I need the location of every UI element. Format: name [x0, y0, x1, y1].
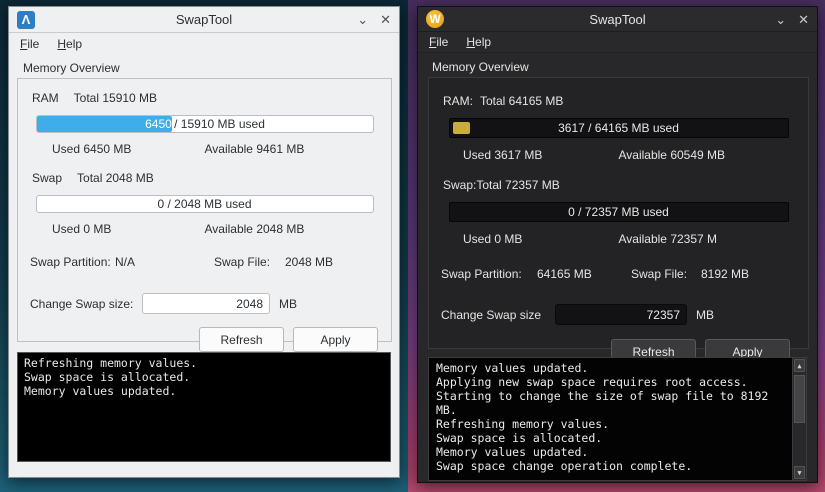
- log-line: Memory values updated.: [436, 445, 589, 459]
- minimize-icon[interactable]: ⌄: [775, 13, 786, 26]
- swap-available: Available 2048 MB: [204, 222, 305, 236]
- menu-help[interactable]: Help: [466, 35, 491, 49]
- menu-file[interactable]: File: [429, 35, 448, 49]
- swap-used-row: Used 0 MB Available 72357 M: [441, 232, 796, 246]
- apply-button[interactable]: Apply: [293, 327, 378, 352]
- scrollbar-thumb[interactable]: [794, 375, 805, 423]
- swap-progress-text: 0 / 72357 MB used: [568, 205, 669, 219]
- ram-used-row: Used 3617 MB Available 60549 MB: [441, 148, 796, 162]
- swaptool-window-light: Λ SwapTool ⌄ ✕ File Help Memory Overview…: [8, 6, 400, 478]
- minimize-icon[interactable]: ⌄: [357, 13, 368, 26]
- memory-overview-label: Memory Overview: [23, 61, 120, 75]
- menu-file[interactable]: File: [20, 37, 39, 51]
- swap-size-input[interactable]: [555, 304, 687, 325]
- log-console[interactable]: Refreshing memory values. Swap space is …: [17, 352, 391, 462]
- ram-total: Total 15910 MB: [73, 91, 158, 105]
- change-swap-row: Change Swap size MB: [441, 304, 796, 325]
- swap-partition-label: Swap Partition:: [441, 267, 522, 281]
- ram-progress-fill: [452, 122, 471, 134]
- memory-overview-label: Memory Overview: [432, 60, 529, 74]
- ram-total-line: RAM: Total 64165 MB: [443, 94, 796, 108]
- titlebar[interactable]: W SwapTool ⌄ ✕: [418, 7, 817, 32]
- change-swap-label: Change Swap size:: [30, 296, 134, 311]
- ram-progressbar: 6450 / 15910 MB used 6450 / 15910 MB use…: [35, 115, 374, 133]
- ram-progress-fill: 6450 / 15910 MB used: [36, 116, 172, 132]
- scroll-down-icon[interactable]: ▼: [794, 466, 805, 479]
- swaptool-window-dark: W SwapTool ⌄ ✕ File Help Memory Overview…: [417, 6, 818, 483]
- window-title: SwapTool: [589, 11, 646, 27]
- log-line: Refreshing memory values.: [24, 356, 198, 370]
- swap-progressbar: 0 / 2048 MB used: [35, 195, 374, 213]
- swap-label: Swap:: [443, 178, 477, 192]
- swap-file-value: 2048 MB: [285, 255, 334, 269]
- log-line: Memory values updated.: [436, 361, 589, 375]
- log-line: Swap space is allocated.: [436, 431, 603, 445]
- log-line: Starting to change the size of swap file…: [436, 389, 769, 417]
- ram-available: Available 60549 MB: [618, 148, 726, 162]
- memory-group: RAM: Total 64165 MB 3617 / 64165 MB used …: [428, 77, 809, 365]
- ram-used: Used 6450 MB: [52, 142, 132, 156]
- scroll-up-icon[interactable]: ▲: [794, 359, 805, 372]
- console-scrollbar[interactable]: ▲ ▼: [792, 358, 806, 480]
- swap-used-row: Used 0 MB Available 2048 MB: [30, 222, 379, 236]
- log-line: Refreshing memory values.: [436, 417, 610, 431]
- swap-partition-value: N/A: [115, 255, 136, 269]
- mb-unit-label: MB: [279, 296, 297, 311]
- ram-label: RAM:: [443, 94, 473, 108]
- ram-label: RAM: [32, 91, 59, 105]
- swap-partition-label: Swap Partition:: [30, 255, 111, 269]
- log-console[interactable]: Memory values updated. Applying new swap…: [428, 357, 807, 481]
- window-title: SwapTool: [175, 12, 233, 27]
- swap-progress-text: 0 / 2048 MB used: [157, 197, 252, 211]
- swap-total: Total 2048 MB: [77, 171, 154, 185]
- memory-group: RAM Total 15910 MB 6450 / 15910 MB used 6…: [17, 78, 392, 352]
- ram-total: Total 64165 MB: [480, 94, 564, 108]
- ram-total-line: RAM Total 15910 MB: [32, 91, 379, 105]
- change-swap-row: Change Swap size: MB: [30, 293, 379, 314]
- titlebar[interactable]: Λ SwapTool ⌄ ✕: [9, 7, 399, 33]
- menu-help[interactable]: Help: [57, 37, 82, 51]
- log-line: Swap space change operation complete.: [436, 459, 693, 473]
- swap-file-label: Swap File:: [631, 267, 688, 281]
- change-swap-label: Change Swap size: [441, 307, 542, 322]
- log-line: Memory values updated.: [24, 384, 177, 398]
- swap-used: Used 0 MB: [463, 232, 523, 246]
- log-line: Swap space is allocated.: [24, 370, 191, 384]
- ram-progress-text: 3617 / 64165 MB used: [558, 121, 679, 135]
- close-icon[interactable]: ✕: [380, 13, 391, 26]
- ram-available: Available 9461 MB: [204, 142, 305, 156]
- menubar: File Help: [9, 33, 399, 54]
- refresh-button[interactable]: Refresh: [199, 327, 284, 352]
- ram-progress-text-overlay: 6450 / 15910 MB used: [145, 117, 172, 131]
- swap-available: Available 72357 M: [618, 232, 718, 246]
- swap-file-label: Swap File:: [214, 255, 271, 269]
- ram-progressbar: 3617 / 64165 MB used: [448, 118, 789, 138]
- swap-file-value: 8192 MB: [701, 267, 750, 281]
- swap-total: Total 72357 MB: [476, 178, 560, 192]
- swap-total-line: Swap:Total 72357 MB: [443, 178, 796, 192]
- mb-unit-label: MB: [696, 307, 714, 322]
- swap-used: Used 0 MB: [52, 222, 112, 236]
- menubar: File Help: [418, 32, 817, 53]
- log-line: Applying new swap space requires root ac…: [436, 375, 748, 389]
- swap-progressbar: 0 / 72357 MB used: [448, 202, 789, 222]
- swap-partition-row: Swap Partition: N/A Swap File: 2048 MB: [30, 255, 379, 269]
- ram-used-row: Used 6450 MB Available 9461 MB: [30, 142, 379, 156]
- swap-total-line: Swap Total 2048 MB: [32, 171, 379, 185]
- swap-size-input[interactable]: [142, 293, 270, 314]
- swap-label: Swap: [32, 171, 63, 185]
- button-row: Refresh Apply: [30, 327, 379, 352]
- desktop: Λ SwapTool ⌄ ✕ File Help Memory Overview…: [0, 0, 825, 492]
- close-icon[interactable]: ✕: [798, 13, 809, 26]
- swap-partition-value: 64165 MB: [537, 267, 592, 281]
- swap-partition-row: Swap Partition: 64165 MB Swap File: 8192…: [441, 267, 796, 281]
- ram-used: Used 3617 MB: [463, 148, 543, 162]
